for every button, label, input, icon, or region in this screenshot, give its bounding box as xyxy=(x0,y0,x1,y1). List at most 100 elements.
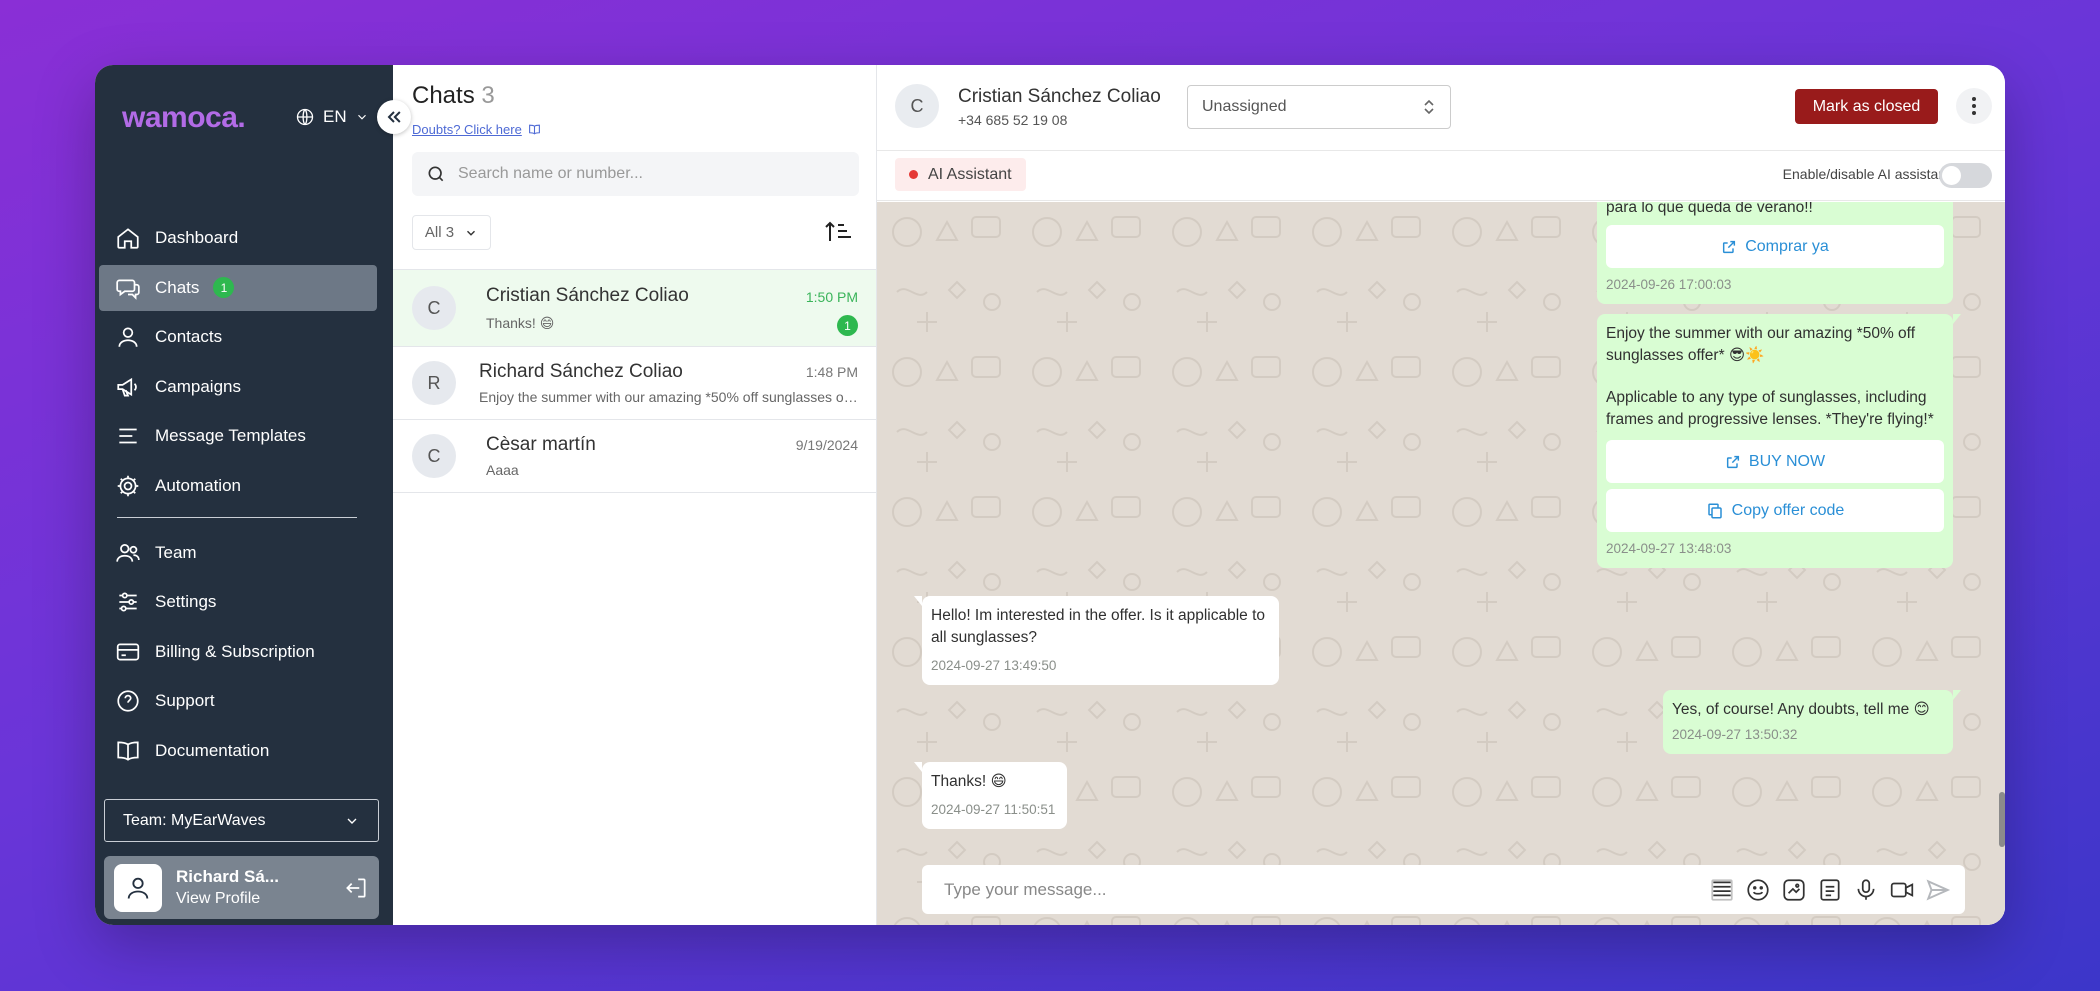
sidebar-item-settings[interactable]: Settings xyxy=(99,579,377,625)
message-text: Applicable to any type of sunglasses, in… xyxy=(1606,389,1934,428)
chat-list-item[interactable]: C Cèsar martín Aaaa 9/19/2024 xyxy=(393,420,876,493)
sidebar-item-label: Documentation xyxy=(155,740,270,760)
sidebar-item-contacts[interactable]: Contacts xyxy=(99,314,377,360)
sidebar-item-support[interactable]: Support xyxy=(99,678,377,724)
bubble-tail xyxy=(914,762,922,772)
chat-list-panel: Chats 3 Doubts? Click here Search name o… xyxy=(393,65,877,925)
send-icon[interactable] xyxy=(1925,877,1951,903)
message-area: para lo que queda de verano!! Comprar ya… xyxy=(877,202,2005,925)
filter-dropdown[interactable]: All 3 xyxy=(412,215,491,250)
sidebar-item-label: Contacts xyxy=(155,327,223,346)
sidebar-item-label: Support xyxy=(155,691,215,710)
comprar-ya-button[interactable]: Comprar ya xyxy=(1606,225,1944,268)
gear-icon xyxy=(117,475,139,496)
chat-list-item[interactable]: R Richard Sánchez Coliao Enjoy the summe… xyxy=(393,347,876,420)
scrollbar-thumb[interactable] xyxy=(1999,792,2005,847)
nav-divider xyxy=(117,516,357,518)
message-text: Thanks! 😄 xyxy=(931,773,1007,790)
double-chevron-left-icon xyxy=(387,111,401,123)
ai-assistant-tag: AI Assistant xyxy=(895,158,1026,191)
message-bubble-incoming: Thanks! 😄 2024-09-27 11:50:51 xyxy=(914,762,1067,829)
sort-button[interactable] xyxy=(825,220,853,249)
sidebar-item-chats[interactable]: Chats 1 xyxy=(99,264,377,311)
external-link-icon xyxy=(1723,240,1736,253)
sidebar-nav: Dashboard Chats 1 Contacts Campaigns Mes… xyxy=(99,215,377,777)
sidebar-item-label: Automation xyxy=(155,475,241,495)
message-text: para lo que queda de verano!! xyxy=(1606,202,1813,216)
user-icon xyxy=(118,327,138,347)
search-input[interactable]: Search name or number... xyxy=(412,152,859,196)
logout-icon[interactable] xyxy=(343,875,369,901)
bubble-tail xyxy=(1953,314,1961,324)
sidebar-item-automation[interactable]: Automation xyxy=(99,463,377,509)
chevron-down-icon xyxy=(467,230,476,236)
sticker-icon[interactable] xyxy=(1781,877,1807,903)
conversation-panel: C Cristian Sánchez Coliao +34 685 52 19 … xyxy=(877,65,2005,925)
video-icon[interactable] xyxy=(1889,877,1915,903)
users-icon xyxy=(116,543,140,562)
collapse-sidebar-button[interactable] xyxy=(377,100,411,134)
language-code: EN xyxy=(323,107,347,126)
contact-name: Cristian Sánchez Coliao xyxy=(958,86,1161,107)
chat-time: 9/19/2024 xyxy=(795,437,858,453)
megaphone-icon xyxy=(117,377,137,397)
sidebar-item-billing[interactable]: Billing & Subscription xyxy=(99,629,377,675)
message-text: Enjoy the summer with our amazing *50% o… xyxy=(1606,325,1916,364)
chat-preview: Enjoy the summer with our amazing *50% o… xyxy=(479,389,859,405)
book-icon xyxy=(117,740,139,761)
sidebar-item-label: Campaigns xyxy=(155,376,241,396)
book-icon xyxy=(528,124,540,135)
copy-offer-code-button[interactable]: Copy offer code xyxy=(1606,489,1944,532)
buy-now-button[interactable]: BUY NOW xyxy=(1606,440,1944,483)
sidebar-item-team[interactable]: Team xyxy=(99,530,377,576)
microphone-icon[interactable] xyxy=(1853,877,1879,903)
message-composer: Type your message... xyxy=(922,865,1965,914)
lines-icon xyxy=(119,428,137,444)
chat-time: 1:48 PM xyxy=(805,364,858,380)
button-label: Comprar ya xyxy=(1745,237,1829,255)
brand-logo[interactable]: wamoca. xyxy=(122,101,246,135)
more-options-button[interactable] xyxy=(1956,88,1992,124)
avatar: C xyxy=(412,434,456,478)
conversation-header: C Cristian Sánchez Coliao +34 685 52 19 … xyxy=(877,65,2005,151)
message-bubble-outgoing: Enjoy the summer with our amazing *50% o… xyxy=(1597,314,1961,568)
unread-badge: 1 xyxy=(837,315,858,336)
sidebar-item-dashboard[interactable]: Dashboard xyxy=(99,215,377,261)
emoji-icon[interactable] xyxy=(1745,877,1771,903)
view-profile-link[interactable]: View Profile xyxy=(176,890,329,908)
sidebar-item-label: Chats xyxy=(155,277,200,297)
filter-label: All 3 xyxy=(424,224,455,241)
sidebar-item-message-templates[interactable]: Message Templates xyxy=(99,413,377,459)
user-icon xyxy=(127,877,149,899)
sidebar: wamoca. EN Dashboard Chats 1 Contacts Ca… xyxy=(95,65,411,925)
ai-toggle-label: Enable/disable AI assistant xyxy=(1782,166,1950,182)
sidebar-item-documentation[interactable]: Documentation xyxy=(99,728,377,774)
mark-as-closed-button[interactable]: Mark as closed xyxy=(1795,89,1938,124)
language-selector[interactable]: EN xyxy=(295,107,369,127)
chevron-down-icon xyxy=(347,818,357,824)
quick-replies-icon[interactable] xyxy=(1709,877,1735,903)
doubts-link[interactable]: Doubts? Click here xyxy=(412,122,541,137)
assignee-select[interactable]: Unassigned xyxy=(1187,85,1451,129)
sidebar-item-label: Dashboard xyxy=(155,228,239,247)
chat-time: 1:50 PM xyxy=(805,289,858,305)
sidebar-item-label: Team xyxy=(155,542,197,562)
profile-card[interactable]: Richard Sá... View Profile xyxy=(104,856,379,919)
message-input[interactable]: Type your message... xyxy=(944,880,1709,900)
help-icon xyxy=(117,690,139,712)
sliders-icon xyxy=(119,592,137,612)
chat-list-title: Chats 3 xyxy=(412,82,495,110)
external-link-icon xyxy=(1726,455,1739,468)
composer-actions xyxy=(1709,877,1951,903)
template-icon[interactable] xyxy=(1817,877,1843,903)
team-select-label: Team: MyEarWaves xyxy=(123,811,266,829)
globe-icon xyxy=(296,108,314,126)
ai-assistant-toggle[interactable] xyxy=(1939,163,1992,188)
message-timestamp: 2024-09-26 17:00:03 xyxy=(1606,277,1732,292)
avatar: C xyxy=(895,84,939,128)
sidebar-item-campaigns[interactable]: Campaigns xyxy=(99,364,377,410)
chat-list-item[interactable]: C Cristian Sánchez Coliao Thanks! 😄 1:50… xyxy=(393,270,876,347)
search-icon xyxy=(428,166,444,182)
team-select[interactable]: Team: MyEarWaves xyxy=(104,799,379,842)
